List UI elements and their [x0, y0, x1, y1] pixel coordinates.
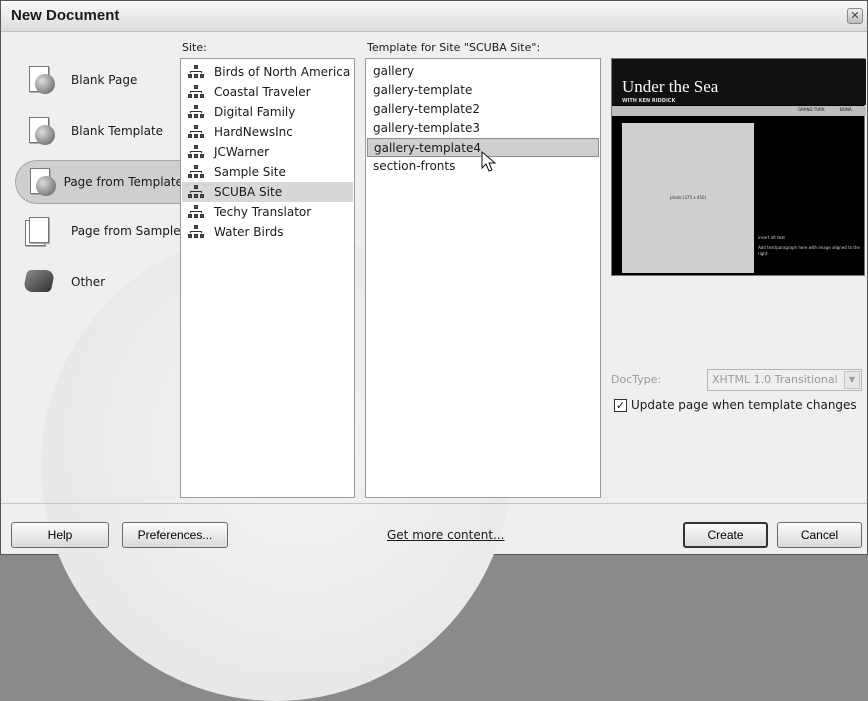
- mouse-cursor-icon: [481, 151, 497, 172]
- template-preview: Under the Sea WITH KEN RIDDICK GRAND TUR…: [611, 58, 866, 276]
- site-list-label: Site:: [182, 41, 207, 54]
- site-label: Water Birds: [214, 225, 284, 239]
- update-page-checkbox[interactable]: ✓: [614, 398, 627, 412]
- category-label: Blank Page: [71, 73, 138, 87]
- footer-divider: [1, 503, 867, 504]
- title-bar: New Document ✕: [1, 1, 867, 32]
- template-item[interactable]: gallery-template2: [367, 100, 599, 119]
- template-list[interactable]: gallery gallery-template gallery-templat…: [365, 58, 601, 498]
- preview-subtitle: WITH KEN RIDDICK: [622, 98, 676, 104]
- page-from-template-icon: [22, 164, 56, 200]
- dialog-title: New Document: [11, 7, 120, 24]
- close-icon[interactable]: ✕: [847, 8, 863, 24]
- site-icon: [188, 185, 204, 199]
- category-label: Page from Template: [63, 175, 183, 189]
- site-item[interactable]: Techy Translator: [182, 202, 353, 222]
- site-item[interactable]: HardNewsInc: [182, 122, 353, 142]
- get-more-content-link[interactable]: Get more content...: [387, 528, 505, 542]
- site-item[interactable]: Water Birds: [182, 222, 353, 242]
- site-label: SCUBA Site: [214, 185, 283, 199]
- category-label: Page from Sample: [71, 224, 181, 238]
- doctype-label: DocType:: [611, 373, 662, 386]
- category-blank-template[interactable]: Blank Template: [15, 109, 183, 153]
- site-item[interactable]: JCWarner: [182, 142, 353, 162]
- create-button[interactable]: Create: [683, 522, 768, 548]
- category-label: Blank Template: [71, 124, 164, 138]
- site-icon: [188, 105, 204, 119]
- category-other[interactable]: Other: [15, 260, 183, 304]
- preview-photo-placeholder: photo (375 x 450): [622, 123, 754, 273]
- site-label: Sample Site: [214, 165, 286, 179]
- template-item[interactable]: gallery: [367, 62, 599, 81]
- blank-page-icon: [21, 62, 61, 98]
- category-blank-page[interactable]: Blank Page: [15, 58, 183, 102]
- page-from-sample-icon: [21, 213, 61, 249]
- site-label: Digital Family: [214, 105, 296, 119]
- blank-template-icon: [21, 113, 61, 149]
- site-icon: [188, 125, 204, 139]
- preview-nav-bar: [612, 106, 866, 116]
- preview-nav-item: GRAND TURK: [798, 107, 825, 112]
- preview-nav-item: BONA: [840, 107, 852, 112]
- category-label: Other: [71, 275, 106, 289]
- site-label: JCWarner: [214, 145, 270, 159]
- site-item[interactable]: Digital Family: [182, 102, 353, 122]
- site-item[interactable]: Sample Site: [182, 162, 353, 182]
- update-page-label: Update page when template changes: [631, 398, 857, 412]
- category-page-from-template[interactable]: Page from Template: [15, 160, 183, 204]
- other-icon: [21, 264, 61, 300]
- site-icon: [188, 65, 204, 79]
- site-label: Birds of North America: [214, 65, 351, 79]
- template-item[interactable]: gallery-template3: [367, 119, 599, 138]
- site-icon: [188, 85, 204, 99]
- site-icon: [188, 145, 204, 159]
- cancel-button[interactable]: Cancel: [777, 522, 862, 548]
- site-label: HardNewsInc: [214, 125, 293, 139]
- site-label: Techy Translator: [214, 205, 312, 219]
- template-item[interactable]: gallery-template: [367, 81, 599, 100]
- site-item[interactable]: Birds of North America: [182, 62, 353, 82]
- site-icon: [188, 165, 204, 179]
- site-list[interactable]: Birds of North America Coastal Traveler …: [180, 58, 355, 498]
- help-button[interactable]: Help: [11, 522, 109, 548]
- site-item-selected[interactable]: SCUBA Site: [182, 182, 353, 202]
- preview-body: Add text/paragraph here with image align…: [758, 245, 860, 256]
- doctype-value: XHTML 1.0 Transitional: [712, 373, 838, 386]
- update-page-option[interactable]: ✓ Update page when template changes: [614, 398, 857, 412]
- template-list-label: Template for Site "SCUBA Site":: [367, 41, 541, 54]
- chevron-down-icon: ▼: [844, 371, 860, 389]
- preview-title: Under the Sea: [622, 77, 719, 96]
- preferences-button[interactable]: Preferences...: [122, 522, 228, 548]
- site-icon: [188, 205, 204, 219]
- new-document-dialog: New Document ✕ Blank Page Blank Template…: [0, 0, 868, 701]
- doctype-select: XHTML 1.0 Transitional ▼: [707, 369, 862, 391]
- site-icon: [188, 225, 204, 239]
- site-item[interactable]: Coastal Traveler: [182, 82, 353, 102]
- site-label: Coastal Traveler: [214, 85, 311, 99]
- preview-caption: insert alt text: [758, 235, 785, 240]
- category-page-from-sample[interactable]: Page from Sample: [15, 209, 183, 253]
- preview-photo-text: photo (375 x 450): [670, 195, 707, 200]
